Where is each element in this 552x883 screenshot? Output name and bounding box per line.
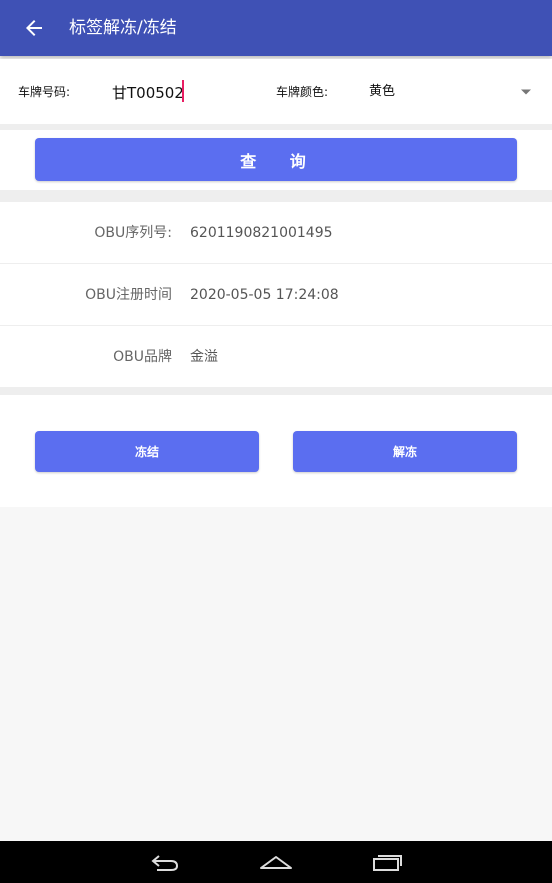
section-divider bbox=[0, 387, 552, 395]
info-row-serial: OBU序列号: 6201190821001495 bbox=[0, 202, 552, 264]
info-row-register-time: OBU注册时间 2020-05-05 17:24:08 bbox=[0, 264, 552, 326]
obu-serial-label: OBU序列号: bbox=[94, 225, 172, 241]
obu-serial-value: 6201190821001495 bbox=[190, 225, 333, 241]
plate-number-label: 车牌号码: bbox=[18, 85, 71, 99]
freeze-button[interactable]: 冻结 bbox=[35, 431, 259, 472]
system-nav-bar bbox=[0, 841, 552, 883]
plate-color-label: 车牌颜色: bbox=[276, 85, 329, 99]
arrow-left-icon[interactable] bbox=[22, 16, 46, 40]
obu-brand-value: 金溢 bbox=[190, 349, 218, 365]
recents-nav-icon[interactable] bbox=[371, 850, 403, 874]
info-row-brand: OBU品牌 金溢 bbox=[0, 326, 552, 388]
text-cursor bbox=[182, 80, 184, 102]
obu-brand-label: OBU品牌 bbox=[113, 349, 172, 365]
query-section: 查 询 bbox=[0, 130, 552, 190]
plate-form: 车牌号码: 车牌颜色: 黄色 bbox=[0, 59, 552, 124]
action-section: 冻结 解冻 bbox=[0, 395, 552, 507]
obu-register-time-value: 2020-05-05 17:24:08 bbox=[190, 287, 339, 303]
back-nav-icon[interactable] bbox=[149, 850, 181, 874]
plate-color-select[interactable]: 黄色 bbox=[369, 83, 395, 101]
page-title: 标签解冻/冻结 bbox=[69, 18, 177, 38]
section-divider bbox=[0, 190, 552, 202]
query-button[interactable]: 查 询 bbox=[35, 138, 517, 181]
app-bar: 标签解冻/冻结 bbox=[0, 0, 552, 56]
unfreeze-button[interactable]: 解冻 bbox=[293, 431, 517, 472]
obu-register-time-label: OBU注册时间 bbox=[85, 287, 172, 303]
dropdown-arrow-icon[interactable] bbox=[520, 88, 532, 96]
home-nav-icon[interactable] bbox=[259, 850, 293, 874]
obu-info-panel: OBU序列号: 6201190821001495 OBU注册时间 2020-05… bbox=[0, 202, 552, 387]
